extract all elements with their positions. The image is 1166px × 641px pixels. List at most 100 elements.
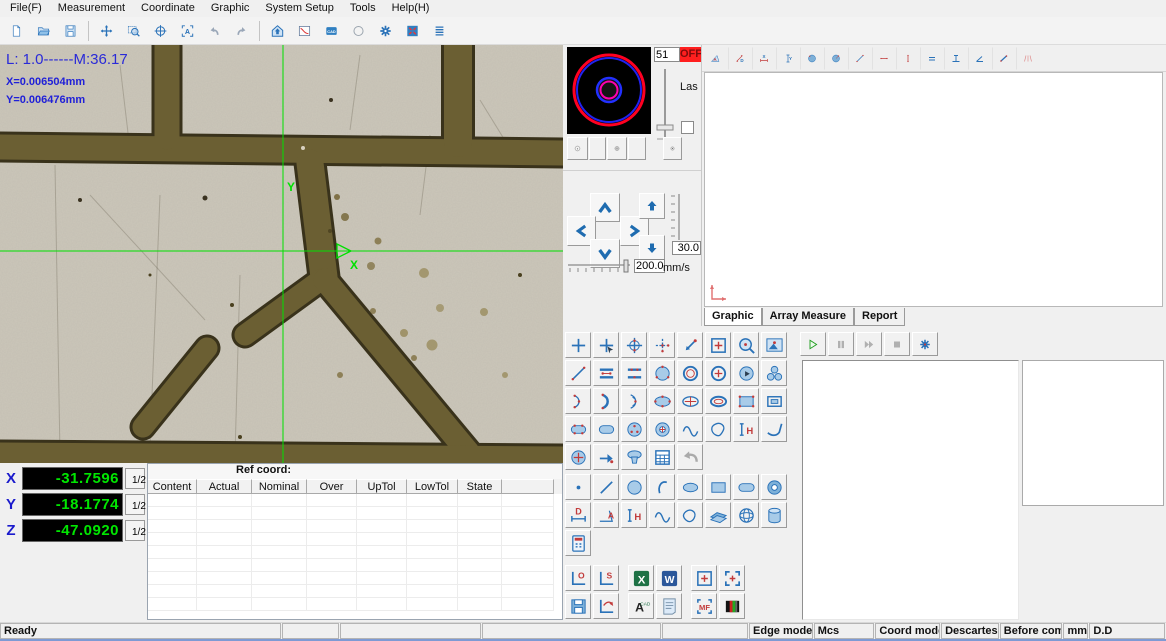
ring-light-preview[interactable] xyxy=(567,47,651,134)
crosshair-button[interactable] xyxy=(565,332,591,358)
angle-measure-button[interactable]: A xyxy=(704,47,728,70)
arc-button[interactable] xyxy=(565,388,591,414)
slot2-button[interactable] xyxy=(733,474,759,500)
menu-coordinate[interactable]: Coordinate xyxy=(133,1,203,16)
hseg-button[interactable] xyxy=(872,47,896,70)
menu-help-h[interactable]: Help(H) xyxy=(384,1,438,16)
z-speed-value[interactable] xyxy=(672,241,701,255)
width-measure-button[interactable] xyxy=(593,360,619,386)
z-speed-slider[interactable] xyxy=(669,191,683,243)
open-folder-button[interactable] xyxy=(30,18,57,43)
rect-points-button[interactable] xyxy=(733,388,759,414)
box-plus-button[interactable] xyxy=(691,565,717,591)
axis-curve-button[interactable] xyxy=(593,593,619,619)
line-button[interactable] xyxy=(593,474,619,500)
pedestal-button[interactable] xyxy=(621,444,647,470)
oval-ring-button[interactable] xyxy=(705,388,731,414)
distance-y-button[interactable]: Y xyxy=(776,47,800,70)
stop-button[interactable] xyxy=(884,332,910,356)
circle-group-button[interactable] xyxy=(761,360,787,386)
wave-button[interactable] xyxy=(677,416,703,442)
symmetry-button[interactable] xyxy=(1016,47,1040,70)
ref-col-uptol[interactable]: UpTol xyxy=(357,479,407,494)
save-file-button[interactable] xyxy=(57,18,84,43)
box-cross-button[interactable] xyxy=(705,332,731,358)
settings-gear-button[interactable] xyxy=(372,18,399,43)
ring2-button[interactable] xyxy=(761,474,787,500)
dro-half-button[interactable]: 1/2 xyxy=(125,494,145,515)
circle-multi-button[interactable] xyxy=(621,416,647,442)
distance-d-button[interactable]: D xyxy=(565,502,591,528)
ring-light-b-button[interactable] xyxy=(663,137,682,160)
spline2-button[interactable] xyxy=(677,502,703,528)
image-locate-button[interactable] xyxy=(761,332,787,358)
autofocus-button[interactable]: A xyxy=(174,18,201,43)
redo-button[interactable] xyxy=(228,18,255,43)
wave2-button[interactable] xyxy=(649,502,675,528)
run-settings-button[interactable] xyxy=(912,332,938,356)
back-gray-button[interactable] xyxy=(677,444,703,470)
circle-outline-button[interactable] xyxy=(345,18,372,43)
ref-col-blank[interactable] xyxy=(502,479,554,494)
rect-inner-button[interactable] xyxy=(761,388,787,414)
ring-button[interactable] xyxy=(677,360,703,386)
curve-chart-button[interactable] xyxy=(291,18,318,43)
fastforward-button[interactable] xyxy=(856,332,882,356)
mf-frame-button[interactable]: MF xyxy=(691,593,717,619)
distance-x-button[interactable]: X xyxy=(752,47,776,70)
ellipse-button[interactable] xyxy=(677,474,703,500)
line-thick-button[interactable] xyxy=(992,47,1016,70)
axis-s-button[interactable]: S xyxy=(593,565,619,591)
grid-table-button[interactable] xyxy=(649,444,675,470)
calculator-button[interactable] xyxy=(565,530,591,556)
laser-checkbox[interactable] xyxy=(681,121,694,134)
height-h-button[interactable]: H xyxy=(621,502,647,528)
dro-half-button[interactable]: 1/2 xyxy=(125,468,145,489)
point-button[interactable] xyxy=(565,474,591,500)
height-ih-button[interactable]: H xyxy=(733,416,759,442)
menu-lines-button[interactable] xyxy=(426,18,453,43)
ring-target-button[interactable] xyxy=(649,416,675,442)
perpendicular-button[interactable] xyxy=(944,47,968,70)
line-measure-button[interactable] xyxy=(848,47,872,70)
jog-z-up-button[interactable] xyxy=(639,193,665,219)
move-arrows-button[interactable] xyxy=(93,18,120,43)
menu-measurement[interactable]: Measurement xyxy=(50,1,133,16)
undo-button[interactable] xyxy=(201,18,228,43)
iris-light-button[interactable] xyxy=(607,137,627,160)
tab-array-measure[interactable]: Array Measure xyxy=(762,308,854,326)
light-value-input[interactable] xyxy=(654,47,680,62)
home-button[interactable] xyxy=(264,18,291,43)
graphic-canvas[interactable] xyxy=(704,72,1163,307)
cad-button[interactable]: CAD xyxy=(318,18,345,43)
width-measure2-button[interactable] xyxy=(621,360,647,386)
image-fit-button[interactable] xyxy=(399,18,426,43)
arc-thick-button[interactable] xyxy=(593,388,619,414)
line-2pt-button[interactable] xyxy=(565,360,591,386)
distance-d-measure-button[interactable]: D xyxy=(728,47,752,70)
hook-button[interactable] xyxy=(761,416,787,442)
zoom-region-button[interactable] xyxy=(120,18,147,43)
circle-radius-button[interactable] xyxy=(824,47,848,70)
menu-file-f[interactable]: File(F) xyxy=(2,1,50,16)
goto-point-button[interactable] xyxy=(593,444,619,470)
frame-plus-button[interactable] xyxy=(719,565,745,591)
ring-cross-button[interactable] xyxy=(705,360,731,386)
dro-half-button[interactable]: 1/2 xyxy=(125,520,145,541)
vseg-button[interactable] xyxy=(896,47,920,70)
pause-button[interactable] xyxy=(828,332,854,356)
xy-speed-value[interactable] xyxy=(634,259,665,273)
menu-graphic[interactable]: Graphic xyxy=(203,1,258,16)
ring-light-a-button[interactable] xyxy=(567,137,588,160)
new-document-button[interactable] xyxy=(3,18,30,43)
light-off-toggle[interactable]: OFF xyxy=(680,47,701,62)
zoom-point-button[interactable] xyxy=(733,332,759,358)
slot-button[interactable] xyxy=(593,416,619,442)
save-disk-button[interactable] xyxy=(565,593,591,619)
ref-col-content[interactable]: Content xyxy=(148,479,197,494)
angle-button[interactable] xyxy=(968,47,992,70)
spline-button[interactable] xyxy=(705,416,731,442)
circle-run-button[interactable] xyxy=(733,360,759,386)
point-target-button[interactable] xyxy=(565,444,591,470)
ref-col-state[interactable]: State xyxy=(458,479,502,494)
